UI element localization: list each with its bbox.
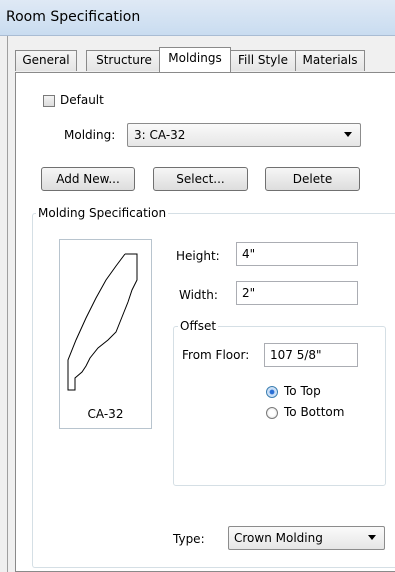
molding-label: Molding: — [64, 128, 116, 142]
type-label: Type: — [173, 532, 205, 546]
to-top-radio[interactable] — [266, 386, 278, 398]
molding-preview: CA-32 — [59, 239, 152, 429]
to-top-label: To Top — [284, 384, 321, 398]
chevron-down-icon — [344, 132, 352, 137]
to-bottom-radio[interactable] — [266, 407, 278, 419]
add-new-button[interactable]: Add New... — [41, 167, 135, 191]
molding-dropdown-value: 3: CA-32 — [134, 128, 186, 142]
default-label: Default — [60, 93, 104, 107]
molding-preview-name: CA-32 — [87, 407, 124, 421]
offset-title: Offset — [178, 319, 219, 333]
molding-dropdown[interactable]: 3: CA-32 — [127, 123, 361, 147]
width-input[interactable]: 2" — [236, 281, 358, 305]
add-new-button-label: Add New... — [56, 172, 120, 186]
chevron-down-icon — [368, 535, 376, 540]
title-bar: Room Specification — [0, 0, 395, 36]
height-value: 4" — [242, 247, 256, 261]
from-floor-value: 107 5/8" — [270, 348, 322, 362]
molding-profile-image — [67, 253, 138, 391]
width-label: Width: — [179, 288, 218, 302]
window-title: Room Specification — [6, 9, 141, 25]
width-value: 2" — [242, 286, 256, 300]
tab-general[interactable]: General — [15, 50, 77, 71]
tab-materials[interactable]: Materials — [295, 50, 365, 71]
type-dropdown-value: Crown Molding — [234, 531, 323, 545]
tab-fill-style[interactable]: Fill Style — [228, 50, 298, 71]
from-floor-input[interactable]: 107 5/8" — [264, 343, 358, 367]
tab-materials-label: Materials — [302, 53, 358, 67]
type-dropdown[interactable]: Crown Molding — [228, 526, 385, 550]
delete-button[interactable]: Delete — [265, 167, 360, 191]
select-button[interactable]: Select... — [153, 167, 248, 191]
tab-structure-label: Structure — [96, 53, 152, 67]
molding-specification-title: Molding Specification — [36, 206, 169, 220]
tab-fill-style-label: Fill Style — [238, 53, 288, 67]
moldings-panel: Default Molding: 3: CA-32 Add New... Sel… — [15, 72, 395, 572]
tab-general-label: General — [22, 53, 70, 67]
window-left-edge — [0, 36, 8, 572]
from-floor-label: From Floor: — [182, 348, 250, 362]
default-checkbox[interactable] — [43, 95, 55, 107]
tab-structure[interactable]: Structure — [86, 50, 162, 71]
select-button-label: Select... — [176, 172, 225, 186]
delete-button-label: Delete — [292, 172, 333, 186]
to-bottom-label: To Bottom — [284, 405, 345, 419]
height-input[interactable]: 4" — [236, 242, 358, 266]
tab-moldings[interactable]: Moldings — [159, 47, 231, 72]
height-label: Height: — [176, 249, 220, 263]
tab-moldings-label: Moldings — [168, 51, 222, 65]
